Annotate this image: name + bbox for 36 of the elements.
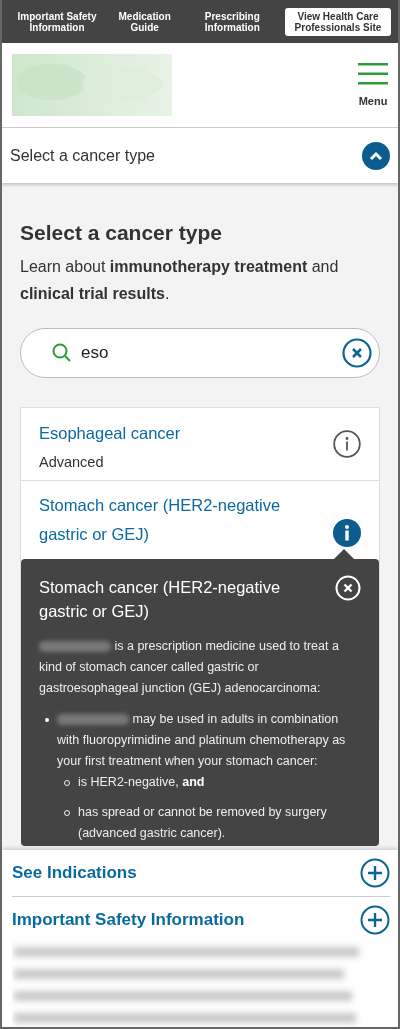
result-link[interactable]: Stomach cancer (HER2-negative gastric or GEJ) (39, 491, 329, 549)
nav-link[interactable]: Prescribing Information (187, 10, 278, 33)
clear-search-button[interactable] (342, 338, 372, 368)
search-icon (52, 343, 72, 363)
bullet-icon (45, 718, 49, 722)
info-icon (333, 430, 361, 458)
info-button[interactable] (333, 430, 361, 458)
search-field[interactable]: eso (20, 328, 380, 378)
popover-title: Stomach cancer (HER2-negative gastric or GEJ) (39, 577, 282, 622)
info-icon (333, 519, 361, 547)
result-link[interactable]: Esophageal cancer (39, 418, 329, 448)
bullet-text: has spread or cannot be removed by surgery (advanced gastric cancer). (78, 804, 328, 842)
plus-icon (360, 858, 390, 888)
bullet-text: may be used in adults in combination with fluoropyrimidine and platinum chemotherapy as your first treatment when your stomach cancer: (57, 711, 347, 770)
nav-link[interactable]: Important Safety Information (12, 10, 102, 33)
expand-button[interactable] (360, 858, 390, 888)
section-title: Select a cancer type (20, 221, 223, 245)
accordion-link[interactable]: Important Safety Information (12, 910, 245, 930)
close-icon (342, 338, 372, 368)
intro-text: Learn about immunotherapy treatment and clinical trial results. (20, 257, 340, 304)
bullet-text: is HER2-negative, and (78, 774, 205, 791)
chevron-up-icon (369, 150, 383, 161)
close-button[interactable] (335, 575, 361, 601)
dropdown-label: Select a cancer type (10, 146, 155, 165)
accordion-link[interactable]: See Indications (12, 863, 137, 883)
nav-link[interactable]: Medication Guide (109, 10, 180, 33)
close-icon (335, 575, 361, 601)
hcp-site-button[interactable]: View Health Care Professionals Site (284, 7, 391, 36)
menu-icon (358, 63, 388, 85)
plus-icon (360, 905, 390, 935)
info-button[interactable] (333, 519, 361, 547)
result-subtitle: Advanced (39, 453, 105, 470)
menu-button[interactable]: Menu (358, 63, 388, 107)
popover-text: is a prescription medicine used to treat a kind of stomach cancer called gastric or gastroesophageal junction (GEJ) adenocarcinoma: (39, 638, 340, 697)
expand-button[interactable] (360, 905, 390, 935)
collapse-button[interactable] (362, 141, 390, 170)
